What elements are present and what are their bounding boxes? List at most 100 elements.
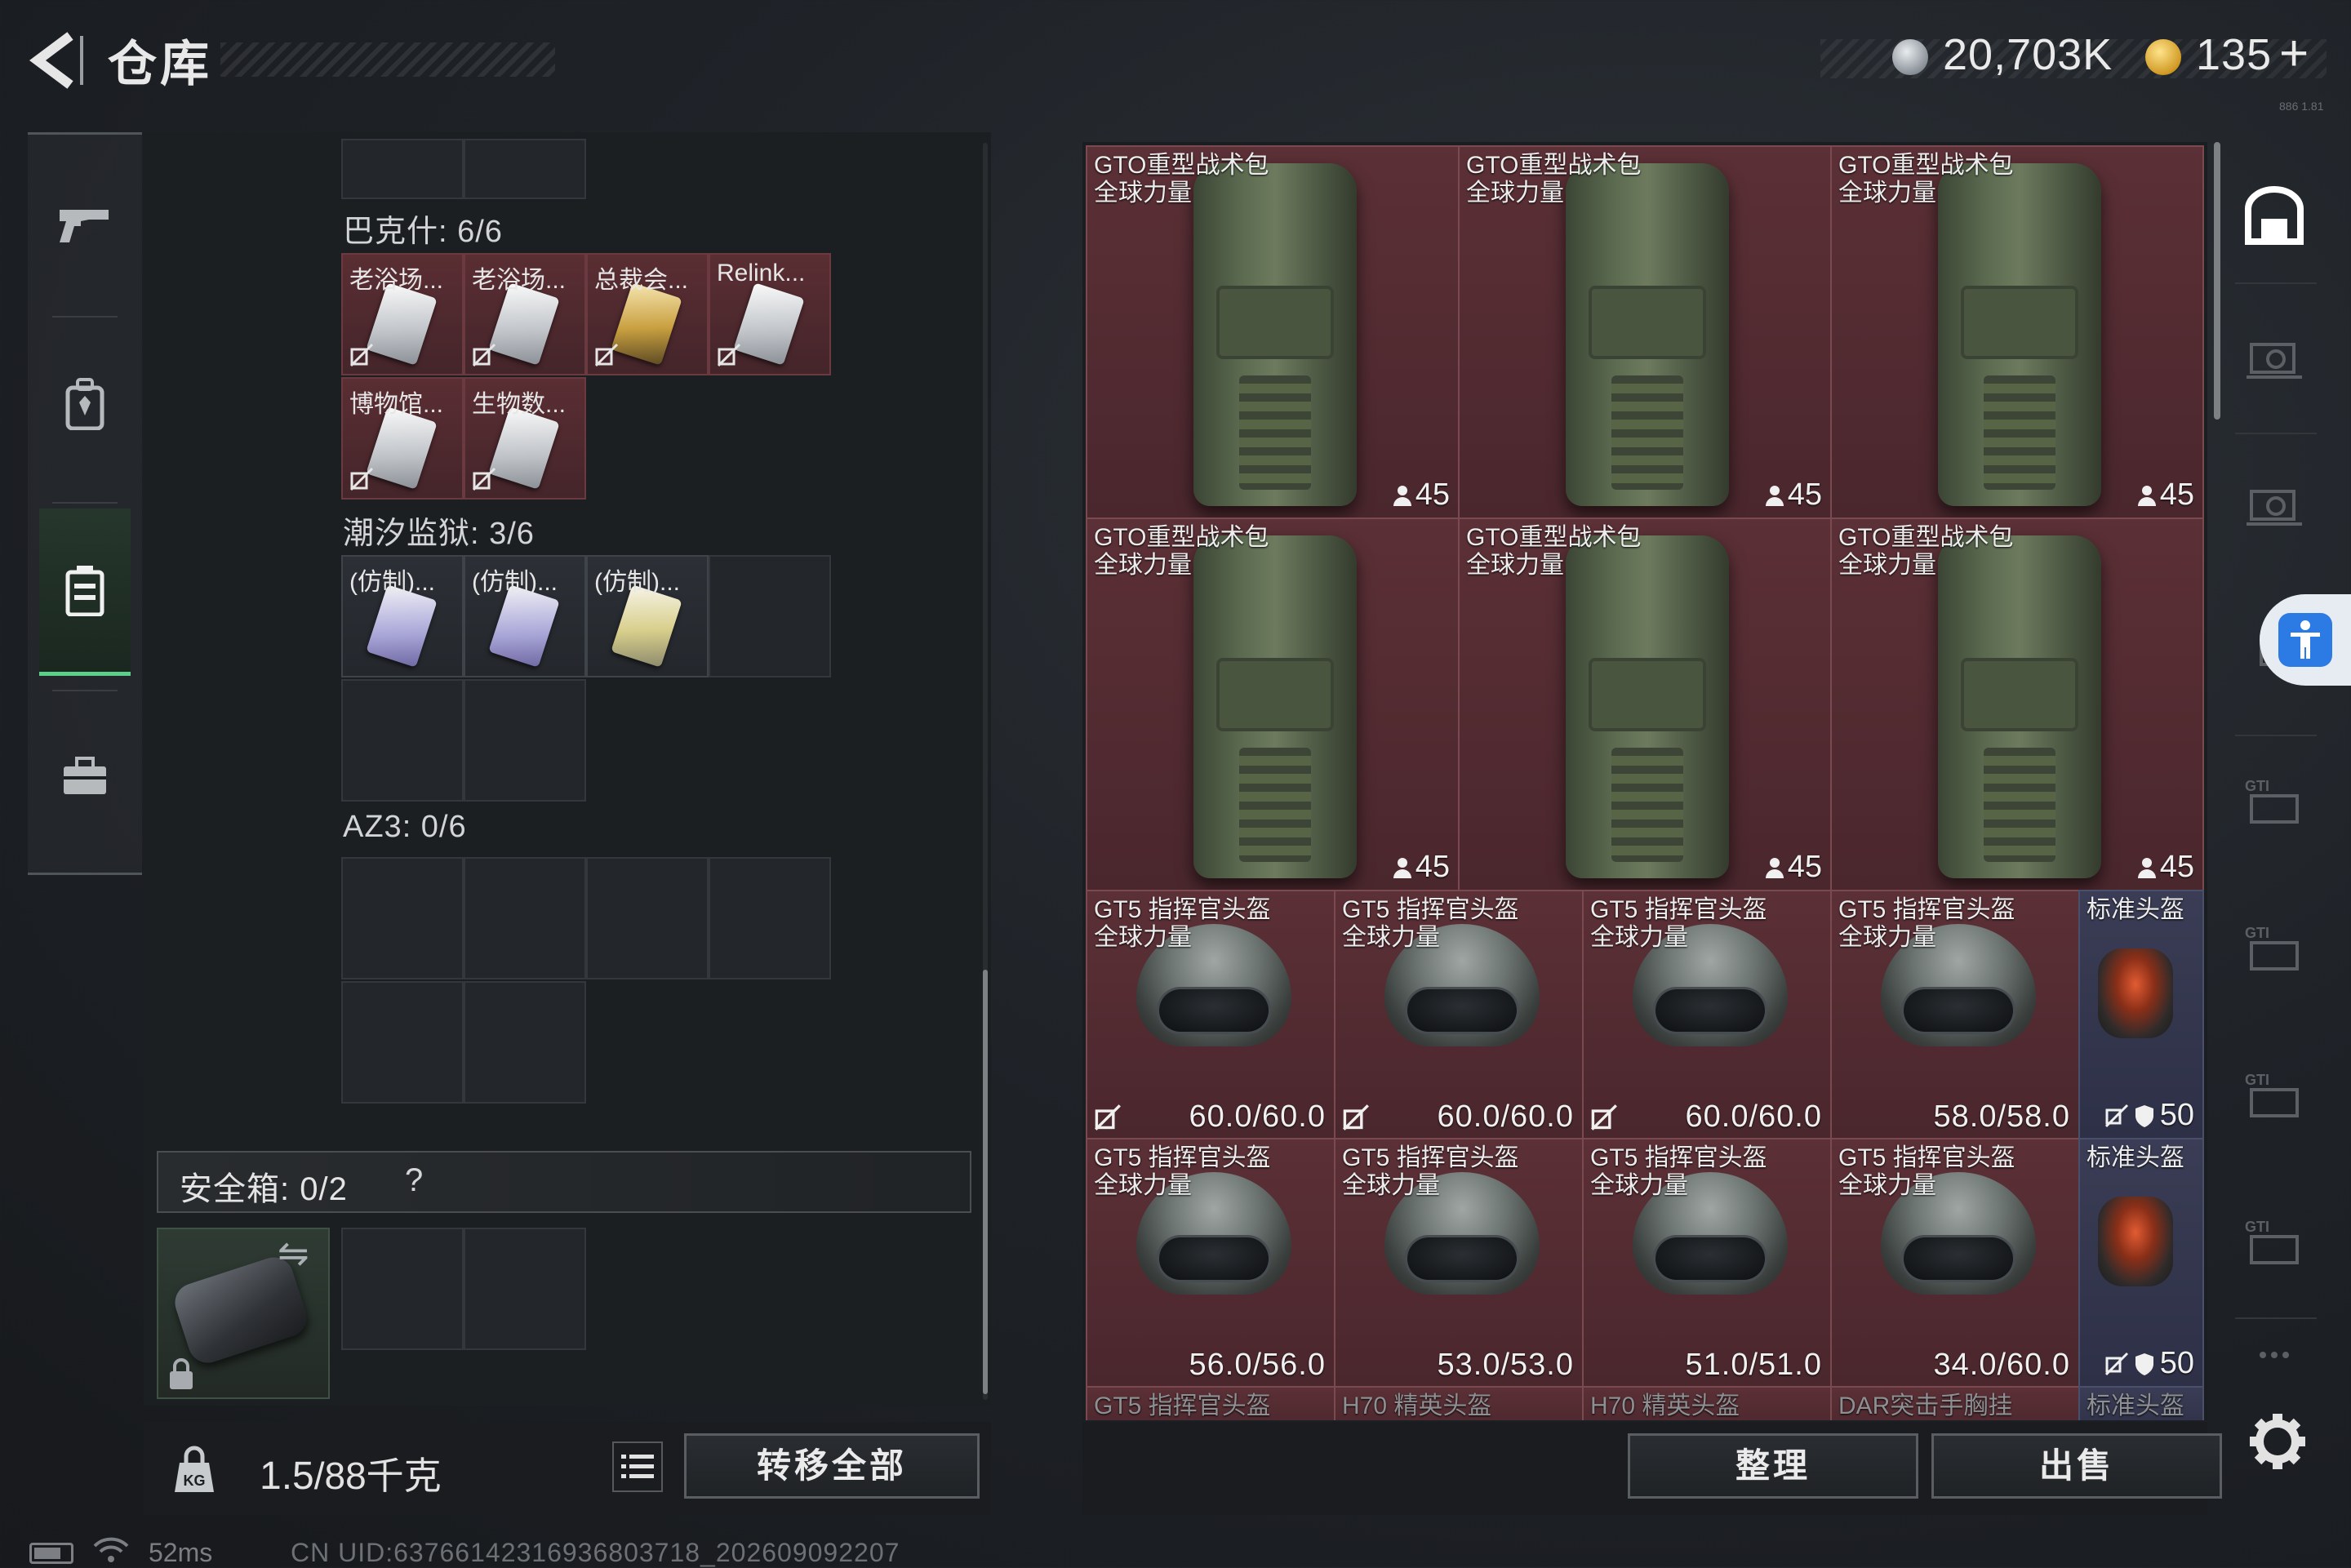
no-trade-icon: [1095, 1104, 1121, 1130]
filter-category-6[interactable]: GTI: [2243, 1064, 2305, 1126]
container-item[interactable]: (仿制)...: [341, 555, 464, 677]
nav-toolbox[interactable]: [39, 695, 131, 858]
container-item[interactable]: (仿制)...: [586, 555, 709, 677]
container-label-tide-prison: 潮汐监狱: 3/6: [343, 517, 535, 551]
item-count: 45: [1393, 478, 1450, 513]
filter-all-button[interactable]: [2243, 184, 2305, 247]
grid-cell[interactable]: [341, 857, 464, 979]
stash-item-helmet[interactable]: GT5 指挥官头盔 全球力量 51.0/51.0: [1582, 1138, 1832, 1388]
stash-item-helmet[interactable]: GT5 指挥官头盔 全球力量 34.0/60.0: [1830, 1138, 2080, 1388]
item-name: GT5 指挥官头盔 全球力量: [1094, 896, 1271, 951]
gti-gear-icon: GTI: [2245, 778, 2299, 824]
container-item[interactable]: (仿制)...: [464, 555, 586, 677]
stash-item-backpack[interactable]: GTO重型战术包 全球力量 45: [1086, 517, 1460, 891]
stash-item-standard-helmet[interactable]: 标准头盔 50: [2078, 890, 2204, 1139]
gti-gear-icon: GTI: [2245, 1219, 2299, 1264]
container-scrollbar-thumb[interactable]: [983, 970, 988, 1394]
grid-cell[interactable]: [341, 139, 464, 199]
grid-cell[interactable]: [709, 857, 831, 979]
container-item[interactable]: 博物馆...: [341, 377, 464, 500]
stash-item-backpack[interactable]: GTO重型战术包 全球力量 45: [1458, 145, 1832, 519]
item-name: GT5 指挥官头盔 全球力量: [1094, 1144, 1271, 1199]
item-durability: 60.0/60.0: [1189, 1099, 1326, 1134]
stash-item-helmet[interactable]: GT5 指挥官头盔 全球力量 60.0/60.0: [1086, 890, 1335, 1139]
stash-item-helmet[interactable]: GT5 指挥官头盔 全球力量 56.0/56.0: [1086, 1138, 1335, 1388]
item-name: GT5 指挥官头盔 全球力量: [1342, 1144, 1519, 1199]
container-item[interactable]: 老浴场...: [464, 253, 586, 375]
helmet-image: [2098, 948, 2173, 1038]
gear-icon[interactable]: [2245, 1409, 2310, 1474]
sort-button[interactable]: 整理: [1628, 1433, 1918, 1499]
grid-cell[interactable]: [341, 679, 464, 802]
item-name: GTO重型战术包 全球力量: [1094, 152, 1269, 207]
stash-item-helmet[interactable]: GT5 指挥官头盔 全球力量 53.0/53.0: [1334, 1138, 1584, 1388]
stash-scrollbar-thumb[interactable]: [2214, 142, 2220, 420]
filter-category-2[interactable]: [2243, 477, 2305, 539]
nav-stash[interactable]: [39, 509, 131, 676]
stash-item-backpack[interactable]: GTO重型战术包 全球力量 45: [1086, 145, 1460, 519]
no-trade-icon: [1591, 1104, 1617, 1130]
transfer-all-button[interactable]: 转移全部: [684, 1433, 980, 1499]
accessibility-button[interactable]: [2260, 594, 2351, 686]
no-trade-icon: [2104, 1352, 2128, 1375]
item-name: GTO重型战术包 全球力量: [1466, 524, 1642, 579]
sell-button[interactable]: 出售: [1931, 1433, 2222, 1499]
no-trade-icon: [1343, 1104, 1369, 1130]
grid-cell[interactable]: [464, 857, 586, 979]
weight-current: 1.5: [260, 1455, 314, 1498]
item-count: 45: [1765, 478, 1822, 513]
back-arrow-icon[interactable]: [24, 31, 90, 90]
nav-weapon[interactable]: [39, 143, 131, 306]
backpack-image: [1566, 535, 1729, 878]
stash-item-partial[interactable]: H70 精英头盔: [1334, 1386, 1584, 1420]
grid-cell[interactable]: [464, 981, 586, 1104]
grid-cell[interactable]: [464, 139, 586, 199]
add-currency-button[interactable]: +: [2279, 24, 2309, 82]
backpack-image: [1193, 163, 1357, 506]
item-name: GTO重型战术包 全球力量: [1838, 524, 2014, 579]
nav-equipment[interactable]: [39, 322, 131, 486]
more-filters-button[interactable]: [2243, 1339, 2305, 1371]
grid-cell[interactable]: [464, 1228, 586, 1350]
stash-item-partial[interactable]: DAR突击手胸挂: [1830, 1386, 2080, 1420]
item-name: GT5 指挥官头盔 全球力量: [1590, 1144, 1767, 1199]
grid-cell[interactable]: [341, 1228, 464, 1350]
item-label: 生物数...: [472, 391, 567, 418]
backpack-image: [1938, 535, 2101, 878]
stash-item-partial[interactable]: GT5 指挥官头盔: [1086, 1386, 1335, 1420]
grid-cell[interactable]: [341, 981, 464, 1104]
stash-item-partial[interactable]: H70 精英头盔: [1582, 1386, 1832, 1420]
container-item[interactable]: Relink...: [709, 253, 831, 375]
container-item[interactable]: 总裁会...: [586, 253, 709, 375]
filter-category-4[interactable]: GTI: [2243, 771, 2305, 833]
stash-item-helmet[interactable]: GT5 指挥官头盔 全球力量 60.0/60.0: [1334, 890, 1584, 1139]
stash-item-helmet[interactable]: GT5 指挥官头盔 全球力量 60.0/60.0: [1582, 890, 1832, 1139]
item-name: 标准头盔: [2087, 1393, 2184, 1419]
stash-item-standard-helmet[interactable]: 标准头盔 50: [2078, 1138, 2204, 1388]
no-trade-icon: [472, 467, 496, 491]
container-item[interactable]: 生物数...: [464, 377, 586, 500]
backpack-image: [1566, 163, 1729, 506]
container-item[interactable]: 老浴场...: [341, 253, 464, 375]
stash-item-helmet[interactable]: GT5 指挥官头盔 全球力量 58.0/58.0: [1830, 890, 2080, 1139]
grid-cell[interactable]: [586, 857, 709, 979]
weight-text: 1.5/88千克: [260, 1446, 442, 1500]
stash-item-partial[interactable]: 标准头盔: [2078, 1386, 2204, 1420]
swap-icon[interactable]: ⇋: [278, 1231, 309, 1275]
filter-category-5[interactable]: GTI: [2243, 917, 2305, 979]
filter-category-1[interactable]: [2243, 330, 2305, 392]
list-view-button[interactable]: [612, 1441, 663, 1492]
grid-cell[interactable]: [709, 555, 831, 677]
stash-item-backpack[interactable]: GTO重型战术包 全球力量 45: [1458, 517, 1832, 891]
stash-item-backpack[interactable]: GTO重型战术包 全球力量 45: [1830, 517, 2204, 891]
grid-cell[interactable]: [464, 679, 586, 802]
safebox-help-button[interactable]: ?: [405, 1162, 423, 1199]
gti-gear-icon: GTI: [2245, 1072, 2299, 1117]
ping-text: 52ms: [149, 1538, 213, 1567]
filter-category-7[interactable]: GTI: [2243, 1211, 2305, 1273]
stash-item-backpack[interactable]: GTO重型战术包 全球力量 45: [1830, 145, 2204, 519]
no-trade-icon: [717, 343, 741, 367]
item-name: GT5 指挥官头盔 全球力量: [1590, 896, 1767, 951]
item-name: GTO重型战术包 全球力量: [1838, 152, 2014, 207]
currency-silver-value: 20,703K: [1943, 30, 2113, 79]
